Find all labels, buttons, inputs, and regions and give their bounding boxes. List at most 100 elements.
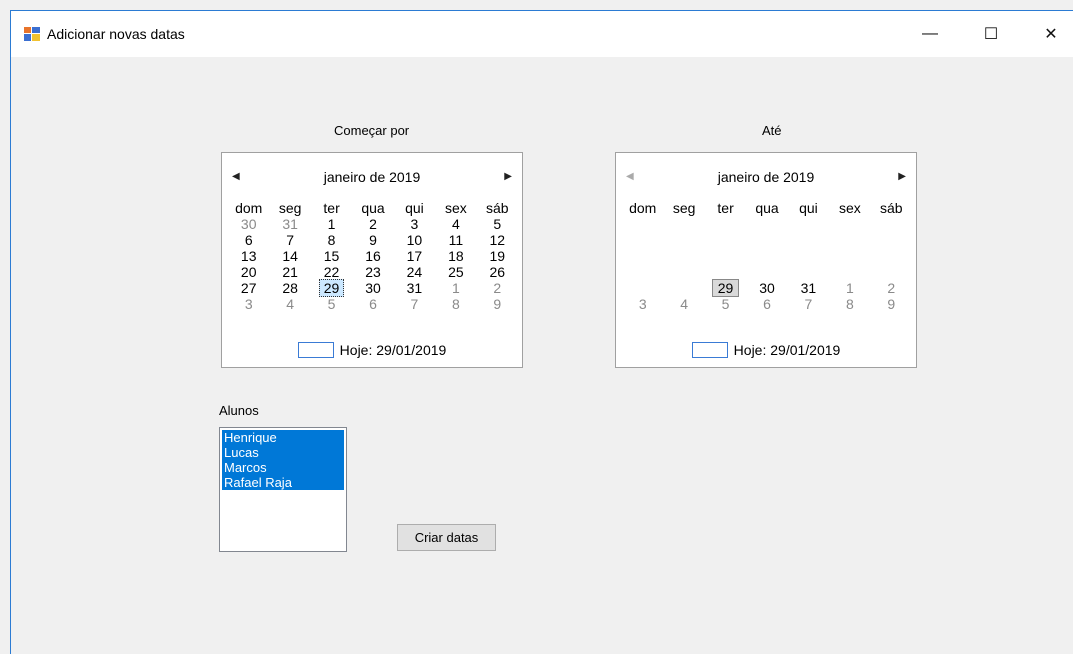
calendar-day[interactable]: 12	[477, 232, 518, 248]
calendar-day[interactable]: 3	[622, 296, 663, 312]
calendar-day-label: 2	[493, 280, 502, 296]
calendar-day[interactable]: 1	[435, 280, 476, 296]
calendar-day-label: 1	[327, 216, 336, 232]
calendar-day[interactable]: 4	[435, 216, 476, 232]
list-item[interactable]: Rafael Raja	[222, 475, 344, 490]
minimize-button[interactable]: —	[907, 11, 953, 57]
weekday-header-label: sáb	[879, 200, 903, 216]
maximize-button[interactable]: ☐	[968, 11, 1014, 57]
calendar-day[interactable]: 20	[228, 264, 269, 280]
close-button[interactable]: ✕	[1028, 11, 1073, 57]
calendar-day[interactable]: 9	[871, 296, 912, 312]
calendar-day[interactable]: 7	[269, 232, 310, 248]
calendar-day[interactable]: 30	[228, 216, 269, 232]
calendar-day[interactable]: 31	[788, 280, 829, 296]
calendar-day[interactable]: 2	[352, 216, 393, 232]
calendar-day-label: 9	[369, 232, 377, 248]
start-date-label: Começar por	[334, 123, 410, 138]
calendar-day[interactable]: 6	[746, 296, 787, 312]
weekday-header-label: dom	[629, 200, 657, 216]
calendar-day[interactable]: 15	[311, 248, 352, 264]
list-item[interactable]: Henrique	[222, 430, 344, 445]
calendar-day[interactable]: 26	[477, 264, 518, 280]
calendar-day[interactable]: 29	[705, 279, 746, 297]
calendar-day[interactable]: 10	[394, 232, 435, 248]
end-calendar[interactable]: ◀ ▶ janeiro de 2019 dom seg ter qua qui sex sá…	[615, 152, 917, 368]
today-label[interactable]: Hoje: 29/01/2019	[340, 342, 447, 358]
calendar-day-label: 1	[845, 280, 854, 296]
calendar-day[interactable]: 2	[477, 280, 518, 296]
calendar-day-label: 17	[406, 248, 423, 264]
start-calendar[interactable]: ◀ ▶ janeiro de 2019 dom seg ter qua qui sex sá…	[221, 152, 523, 368]
calendar-day-label: 27	[240, 280, 257, 296]
calendar-month-title[interactable]: janeiro de 2019	[222, 169, 522, 185]
weekday-header: dom	[228, 200, 269, 216]
calendar-day[interactable]: 11	[435, 232, 476, 248]
calendar-day[interactable]: 9	[352, 232, 393, 248]
calendar-day[interactable]: 6	[228, 232, 269, 248]
calendar-day-label: 28	[282, 280, 298, 296]
calendar-month-title[interactable]: janeiro de 2019	[616, 169, 916, 185]
calendar-day[interactable]: 21	[269, 264, 310, 280]
calendar-day[interactable]: 8	[829, 296, 870, 312]
calendar-day[interactable]: 31	[394, 280, 435, 296]
calendar-day-label: 9	[887, 296, 896, 312]
list-item[interactable]: Lucas	[222, 445, 344, 460]
calendar-day[interactable]: 4	[269, 296, 310, 312]
calendar-day-label: 4	[680, 296, 689, 312]
calendar-day-label: 11	[448, 232, 464, 248]
calendar-day[interactable]: 5	[311, 296, 352, 312]
calendar-day-label: 5	[327, 296, 336, 312]
calendar-day[interactable]: 19	[477, 248, 518, 264]
calendar-day[interactable]: 4	[663, 296, 704, 312]
create-dates-button[interactable]: Criar datas	[397, 524, 496, 551]
calendar-day[interactable]: 1	[829, 280, 870, 296]
calendar-day-label: 13	[240, 248, 257, 264]
calendar-day[interactable]: 23	[352, 264, 393, 280]
calendar-day[interactable]: 18	[435, 248, 476, 264]
calendar-day[interactable]: 27	[228, 280, 269, 296]
calendar-day-label: 30	[759, 280, 775, 296]
today-box	[691, 342, 728, 358]
calendar-day-label: 31	[282, 216, 298, 232]
calendar-day-label: 31	[800, 280, 817, 296]
calendar-day-label: 30	[365, 280, 381, 296]
calendar-day[interactable]: 8	[311, 232, 352, 248]
calendar-day[interactable]: 2	[871, 280, 912, 296]
calendar-day[interactable]: 5	[705, 296, 746, 312]
calendar-day[interactable]: 16	[352, 248, 393, 264]
end-date-label: Até	[762, 123, 782, 138]
calendar-day[interactable]: 14	[269, 248, 310, 264]
list-item[interactable]: Marcos	[222, 460, 344, 475]
calendar-day-label: 10	[406, 232, 423, 248]
calendar-day[interactable]: 25	[435, 264, 476, 280]
calendar-day[interactable]: 3	[394, 216, 435, 232]
calendar-day[interactable]: 8	[435, 296, 476, 312]
today-label[interactable]: Hoje: 29/01/2019	[734, 342, 841, 358]
calendar-day-label: 31	[406, 280, 423, 296]
calendar-day[interactable]: 9	[477, 296, 518, 312]
calendar-day[interactable]: 28	[269, 280, 310, 296]
calendar-day[interactable]: 5	[477, 216, 518, 232]
calendar-day[interactable]: 29	[311, 279, 352, 297]
calendar-day[interactable]: 22	[311, 264, 352, 280]
calendar-day[interactable]: 7	[788, 296, 829, 312]
weekday-header: seg	[269, 200, 310, 216]
students-listbox[interactable]: Henrique Lucas Marcos Rafael Raja	[219, 427, 347, 552]
calendar-day[interactable]: 1	[311, 216, 352, 232]
weekday-header-label: qui	[799, 200, 818, 216]
calendar-day[interactable]: 3	[228, 296, 269, 312]
calendar-day-label: 4	[451, 216, 460, 232]
calendar-day[interactable]: 31	[269, 216, 310, 232]
app-icon	[24, 27, 40, 41]
calendar-day[interactable]: 13	[228, 248, 269, 264]
calendar-day-label: 6	[763, 296, 771, 312]
calendar-day[interactable]: 17	[394, 248, 435, 264]
calendar-day[interactable]: 6	[352, 296, 393, 312]
today-link[interactable]: Hoje: 29/01/2019	[222, 342, 522, 358]
calendar-day[interactable]: 7	[394, 296, 435, 312]
calendar-day[interactable]: 24	[394, 264, 435, 280]
today-link[interactable]: Hoje: 29/01/2019	[616, 342, 916, 358]
calendar-day[interactable]: 30	[746, 280, 787, 296]
calendar-day[interactable]: 30	[352, 280, 393, 296]
